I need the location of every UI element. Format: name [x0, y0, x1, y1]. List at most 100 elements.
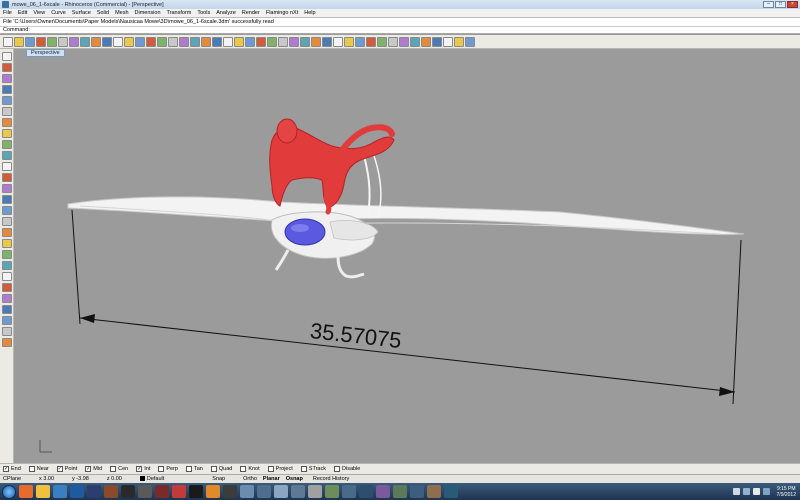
- menu-item-tools[interactable]: Tools: [197, 10, 210, 16]
- taskbar-app4-icon[interactable]: [291, 485, 305, 498]
- rotate-icon[interactable]: [1, 294, 12, 303]
- wireframe-icon[interactable]: [465, 36, 475, 47]
- close-button[interactable]: ×: [787, 1, 798, 8]
- osnap-strack[interactable]: STrack: [300, 466, 326, 472]
- scale-icon[interactable]: [1, 305, 12, 314]
- snap-toggle[interactable]: Snap: [212, 476, 225, 482]
- osnap-knot[interactable]: Knot: [240, 466, 260, 472]
- osnap-quad[interactable]: Quad: [210, 466, 232, 472]
- mesh-tools-icon[interactable]: [300, 36, 310, 47]
- copy-icon[interactable]: [69, 36, 79, 47]
- menu-item-curve[interactable]: Curve: [51, 10, 66, 16]
- surface-icon[interactable]: [1, 151, 12, 160]
- shade-icon[interactable]: [454, 36, 464, 47]
- dim-icon[interactable]: [1, 338, 12, 347]
- tray-icon[interactable]: [762, 488, 770, 495]
- start-button[interactable]: [2, 484, 16, 499]
- curve-tools-icon[interactable]: [267, 36, 277, 47]
- osnap-perp[interactable]: Perp: [158, 466, 178, 472]
- zoom-window-icon[interactable]: [135, 36, 145, 47]
- menu-item-mesh[interactable]: Mesh: [115, 10, 128, 16]
- extrude-icon[interactable]: [1, 195, 12, 204]
- open-icon[interactable]: [14, 36, 24, 47]
- array-icon[interactable]: [1, 327, 12, 336]
- taskbar-explorer-icon[interactable]: [36, 485, 50, 498]
- menu-item-surface[interactable]: Surface: [72, 10, 91, 16]
- menu-item-edit[interactable]: Edit: [18, 10, 27, 16]
- polyline-icon[interactable]: [1, 74, 12, 83]
- tray-icon[interactable]: [742, 488, 750, 495]
- osnap-checkbox[interactable]: [240, 466, 247, 472]
- osnap-checkbox[interactable]: [110, 466, 117, 472]
- osnap-checkbox[interactable]: [28, 466, 35, 472]
- cylinder-icon[interactable]: [1, 184, 12, 193]
- curve-icon[interactable]: [1, 85, 12, 94]
- zoom-extents-icon[interactable]: [146, 36, 156, 47]
- analyze-icon[interactable]: [366, 36, 376, 47]
- layer-indicator[interactable]: Default: [139, 476, 164, 482]
- taskbar-app2-icon[interactable]: [257, 485, 271, 498]
- cplane-label[interactable]: CPlane: [3, 476, 21, 482]
- osnap-tan[interactable]: Tan: [185, 466, 203, 472]
- flamingo-icon[interactable]: [388, 36, 398, 47]
- help-icon[interactable]: [399, 36, 409, 47]
- array-icon[interactable]: [333, 36, 343, 47]
- osnap-checkbox[interactable]: ✓: [136, 466, 143, 472]
- taskbar-photoshop-icon[interactable]: [70, 485, 84, 498]
- osnap-near[interactable]: Near: [28, 466, 49, 472]
- osnap-disable[interactable]: Disable: [334, 466, 360, 472]
- rotate-icon[interactable]: [113, 36, 123, 47]
- taskbar-steam-icon[interactable]: [121, 485, 135, 498]
- fillet-icon[interactable]: [1, 217, 12, 226]
- menu-item-view[interactable]: View: [33, 10, 45, 16]
- taskbar-app3-icon[interactable]: [274, 485, 288, 498]
- taskbar-app5-icon[interactable]: [308, 485, 322, 498]
- minimize-button[interactable]: –: [763, 1, 774, 8]
- taskbar-app6-icon[interactable]: [325, 485, 339, 498]
- explode-icon[interactable]: [1, 261, 12, 270]
- command-list-icon[interactable]: [421, 36, 431, 47]
- move-icon[interactable]: [1, 272, 12, 281]
- menu-item-flamingo-nxt[interactable]: Flamingo nXt: [266, 10, 298, 16]
- osnap-mid[interactable]: ✓ Mid: [85, 466, 102, 472]
- taskbar-flamingo-icon[interactable]: [172, 485, 186, 498]
- material-icon[interactable]: [223, 36, 233, 47]
- zoom-selected-icon[interactable]: [157, 36, 167, 47]
- dim-icon[interactable]: [311, 36, 321, 47]
- polygon-icon[interactable]: [1, 140, 12, 149]
- taskbar-app8-icon[interactable]: [359, 485, 373, 498]
- viewport-title-tab[interactable]: Perspective: [26, 49, 65, 57]
- menu-item-solid[interactable]: Solid: [97, 10, 109, 16]
- taskbar-wire-icon[interactable]: [138, 485, 152, 498]
- options-icon[interactable]: [410, 36, 420, 47]
- ellipse-icon[interactable]: [1, 118, 12, 127]
- transform-icon[interactable]: [322, 36, 332, 47]
- osnap-checkbox[interactable]: [300, 466, 307, 472]
- osnap-checkbox[interactable]: ✓: [56, 466, 63, 472]
- solid-tools-icon[interactable]: [289, 36, 299, 47]
- circle-icon[interactable]: [1, 96, 12, 105]
- boolean-icon[interactable]: [1, 206, 12, 215]
- command-input[interactable]: [32, 27, 733, 33]
- pan-icon[interactable]: [102, 36, 112, 47]
- osnap-cen[interactable]: Cen: [110, 466, 128, 472]
- new-icon[interactable]: [3, 36, 13, 47]
- osnap-checkbox[interactable]: [334, 466, 340, 472]
- menu-item-analyze[interactable]: Analyze: [216, 10, 236, 16]
- osnap-int[interactable]: ✓ Int: [136, 466, 150, 472]
- taskbar-zbrush-icon[interactable]: [104, 485, 118, 498]
- box-icon[interactable]: [1, 162, 12, 171]
- select-icon[interactable]: [1, 52, 12, 61]
- taskbar-app1-icon[interactable]: [240, 485, 254, 498]
- points-icon[interactable]: [256, 36, 266, 47]
- taskbar-app12-icon[interactable]: [427, 485, 441, 498]
- mirror-icon[interactable]: [1, 316, 12, 325]
- osnap-checkbox[interactable]: [267, 466, 274, 472]
- osnap-checkbox[interactable]: [158, 466, 165, 472]
- join-icon[interactable]: [1, 250, 12, 259]
- osnap-project[interactable]: Project: [267, 466, 293, 472]
- taskbar-app9-icon[interactable]: [376, 485, 390, 498]
- record-history-toggle[interactable]: Record History: [313, 476, 349, 482]
- point-icon[interactable]: [1, 63, 12, 72]
- taskbar-rhino-cmd-icon[interactable]: [223, 485, 237, 498]
